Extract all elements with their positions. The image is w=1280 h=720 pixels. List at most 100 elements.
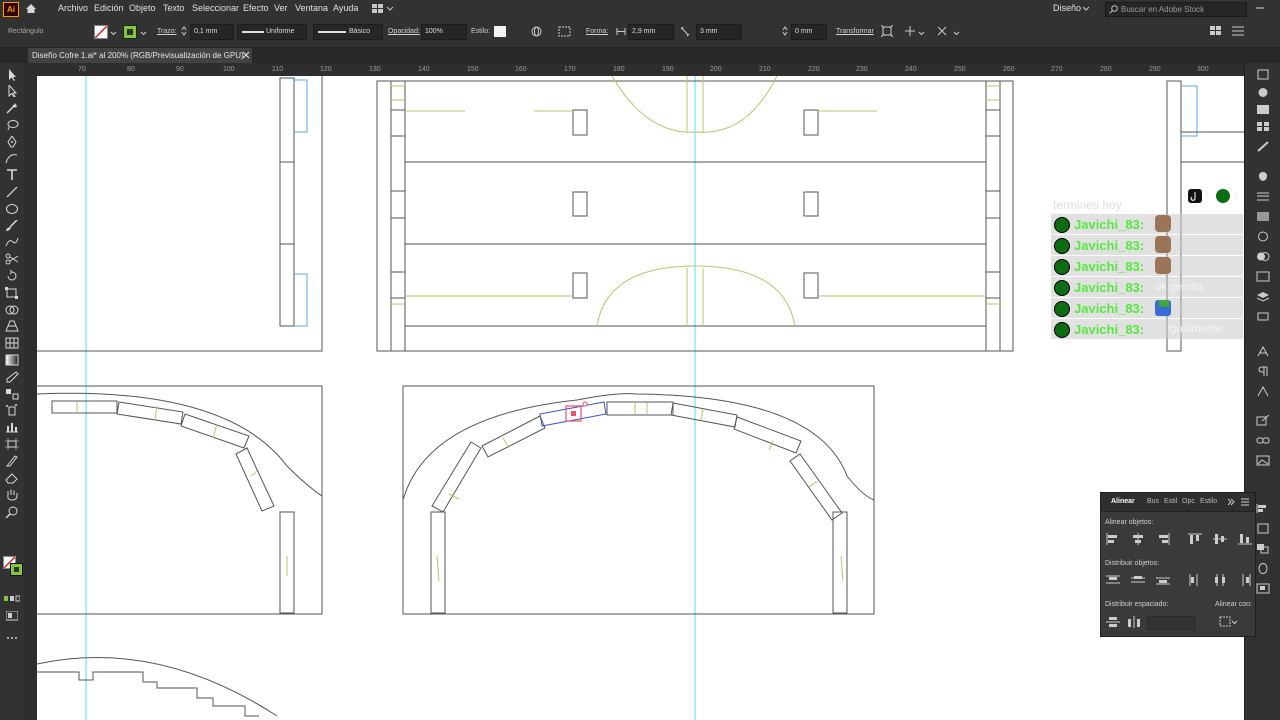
- align-left-icon[interactable]: [1106, 533, 1120, 545]
- opacity-input[interactable]: 100%: [421, 24, 467, 40]
- layers-icon[interactable]: [1256, 291, 1270, 302]
- column-graph-tool-icon[interactable]: [5, 421, 19, 433]
- direct-selection-tool-icon[interactable]: [5, 83, 19, 98]
- eyedropper-tool-icon[interactable]: [5, 371, 19, 383]
- artboards-icon[interactable]: [1256, 311, 1270, 322]
- spacing-input[interactable]: [1147, 616, 1195, 630]
- fill-swatch[interactable]: [94, 25, 108, 39]
- panel-toggle-icon[interactable]: [1210, 26, 1222, 38]
- artboard-tool-icon[interactable]: [5, 438, 19, 450]
- opentype-icon[interactable]: [1256, 385, 1270, 397]
- shape-height-input[interactable]: 3 mm: [696, 24, 742, 40]
- symbol-sprayer-tool-icon[interactable]: [5, 404, 19, 416]
- zoom-tool-icon[interactable]: [5, 506, 19, 519]
- double-chevron-right-icon[interactable]: [1227, 498, 1235, 508]
- align-panel-icon[interactable]: [1256, 503, 1270, 514]
- gradient-tool-icon[interactable]: [5, 354, 19, 366]
- distribute-icon[interactable]: [904, 25, 916, 39]
- align-top-icon[interactable]: [1188, 533, 1202, 545]
- menu-objeto[interactable]: Objeto: [129, 3, 156, 13]
- document-tab[interactable]: Diseño Cofre 1.ai* al 200% (RGB/Previsua…: [28, 48, 252, 63]
- screen-mode-icon[interactable]: [5, 610, 19, 623]
- paintbrush-tool-icon[interactable]: [5, 219, 19, 232]
- pen-tool-icon[interactable]: [5, 135, 19, 148]
- menu-texto[interactable]: Texto: [163, 3, 185, 13]
- rotate-tool-icon[interactable]: [5, 269, 19, 282]
- recolor-icon[interactable]: [558, 26, 572, 39]
- distribute-spacing-h-icon[interactable]: [1127, 616, 1141, 628]
- line-tool-icon[interactable]: [5, 186, 19, 198]
- perspective-grid-tool-icon[interactable]: [5, 320, 19, 332]
- blend-tool-icon[interactable]: [5, 388, 19, 400]
- distribute-spacing-v-icon[interactable]: [1106, 616, 1120, 628]
- vertical-ruler[interactable]: [24, 76, 38, 720]
- distribute-center-h-icon[interactable]: [1213, 574, 1227, 586]
- chevron-down-icon[interactable]: [110, 29, 117, 38]
- libraries-icon[interactable]: [1256, 69, 1270, 80]
- stock-search-field[interactable]: Buscar en Adobe Stock: [1105, 2, 1247, 17]
- globe-icon[interactable]: [531, 26, 542, 39]
- artboard-canvas[interactable]: [37, 76, 1244, 720]
- shape-width-input[interactable]: 2,9 mm: [628, 24, 674, 40]
- brush-select[interactable]: Básico: [313, 24, 383, 40]
- magic-wand-tool-icon[interactable]: [5, 102, 19, 114]
- menu-edicion[interactable]: Edición: [94, 3, 124, 13]
- type-tool-icon[interactable]: [5, 169, 19, 181]
- home-icon[interactable]: [25, 3, 37, 16]
- export-icon[interactable]: [1256, 414, 1270, 426]
- more-tools-icon[interactable]: [6, 633, 18, 642]
- corner-stepper-icon[interactable]: [782, 26, 788, 38]
- chevron-down-icon[interactable]: [918, 29, 925, 38]
- transform-panel-icon[interactable]: [1256, 523, 1270, 534]
- scissors-tool-icon[interactable]: [5, 253, 19, 265]
- menu-ver[interactable]: Ver: [274, 3, 288, 13]
- drawing-modes-icon[interactable]: [4, 595, 21, 605]
- distribute-left-icon[interactable]: [1188, 574, 1202, 586]
- stroke-swatch[interactable]: [123, 25, 137, 39]
- image-trace-icon[interactable]: [1256, 455, 1270, 466]
- color-guide-icon[interactable]: [1256, 104, 1270, 115]
- color-icon[interactable]: [1256, 87, 1270, 98]
- align-right-icon[interactable]: [1156, 533, 1170, 545]
- shape-icon[interactable]: [1256, 563, 1270, 574]
- align-icon[interactable]: [880, 24, 894, 39]
- gradient-panel-icon[interactable]: [1256, 211, 1270, 222]
- ellipse-tool-icon[interactable]: [5, 203, 19, 215]
- symbols-icon[interactable]: [1256, 171, 1270, 182]
- swatches-icon[interactable]: [1256, 121, 1270, 132]
- menu-seleccionar[interactable]: Seleccionar: [192, 3, 239, 13]
- tab-alinear[interactable]: Alinear: [1111, 498, 1135, 505]
- close-icon[interactable]: [242, 51, 250, 61]
- stroke-weight-input[interactable]: 0,1 mm: [190, 24, 234, 40]
- tab-opciones[interactable]: Opc: [1182, 498, 1195, 505]
- tab-estilo-parrafo[interactable]: Estilo: [1200, 498, 1217, 505]
- align-center-h-icon[interactable]: [1131, 533, 1145, 545]
- minimize-icon[interactable]: [1255, 3, 1265, 15]
- tab-estilo-caracter[interactable]: Estil: [1164, 498, 1177, 505]
- tab-buscatrazos[interactable]: Bus: [1147, 498, 1159, 505]
- shaper-tool-icon[interactable]: [5, 236, 19, 248]
- panel-menu-icon[interactable]: [1241, 498, 1249, 508]
- shape-builder-tool-icon[interactable]: [5, 304, 19, 316]
- menu-archivo[interactable]: Archivo: [58, 3, 88, 13]
- stroke-panel-icon[interactable]: [1256, 191, 1270, 202]
- workspace-switcher[interactable]: Diseño: [1053, 3, 1081, 13]
- paragraph-icon[interactable]: [1256, 366, 1270, 377]
- eraser-tool-icon[interactable]: [5, 472, 19, 484]
- graphic-styles-icon[interactable]: [1256, 271, 1270, 282]
- stroke-stepper-icon[interactable]: [181, 26, 187, 38]
- link-icon[interactable]: [680, 26, 690, 39]
- align-to-selection-icon[interactable]: [1219, 616, 1238, 630]
- distribute-bottom-icon[interactable]: [1156, 574, 1170, 586]
- transparency-icon[interactable]: [1256, 231, 1270, 242]
- chevron-down-icon[interactable]: [953, 29, 960, 38]
- corner-radius-input[interactable]: 0 mm: [791, 24, 827, 40]
- fill-stroke-swatches[interactable]: [3, 556, 23, 576]
- curvature-tool-icon[interactable]: [5, 152, 19, 164]
- pathfinder-icon[interactable]: [1256, 543, 1270, 554]
- arrange-documents-icon[interactable]: [372, 4, 394, 16]
- align-center-v-icon[interactable]: [1213, 533, 1227, 545]
- appearance-icon[interactable]: [1256, 251, 1270, 262]
- selection-tool-icon[interactable]: [5, 69, 19, 81]
- align-bottom-icon[interactable]: [1238, 533, 1252, 545]
